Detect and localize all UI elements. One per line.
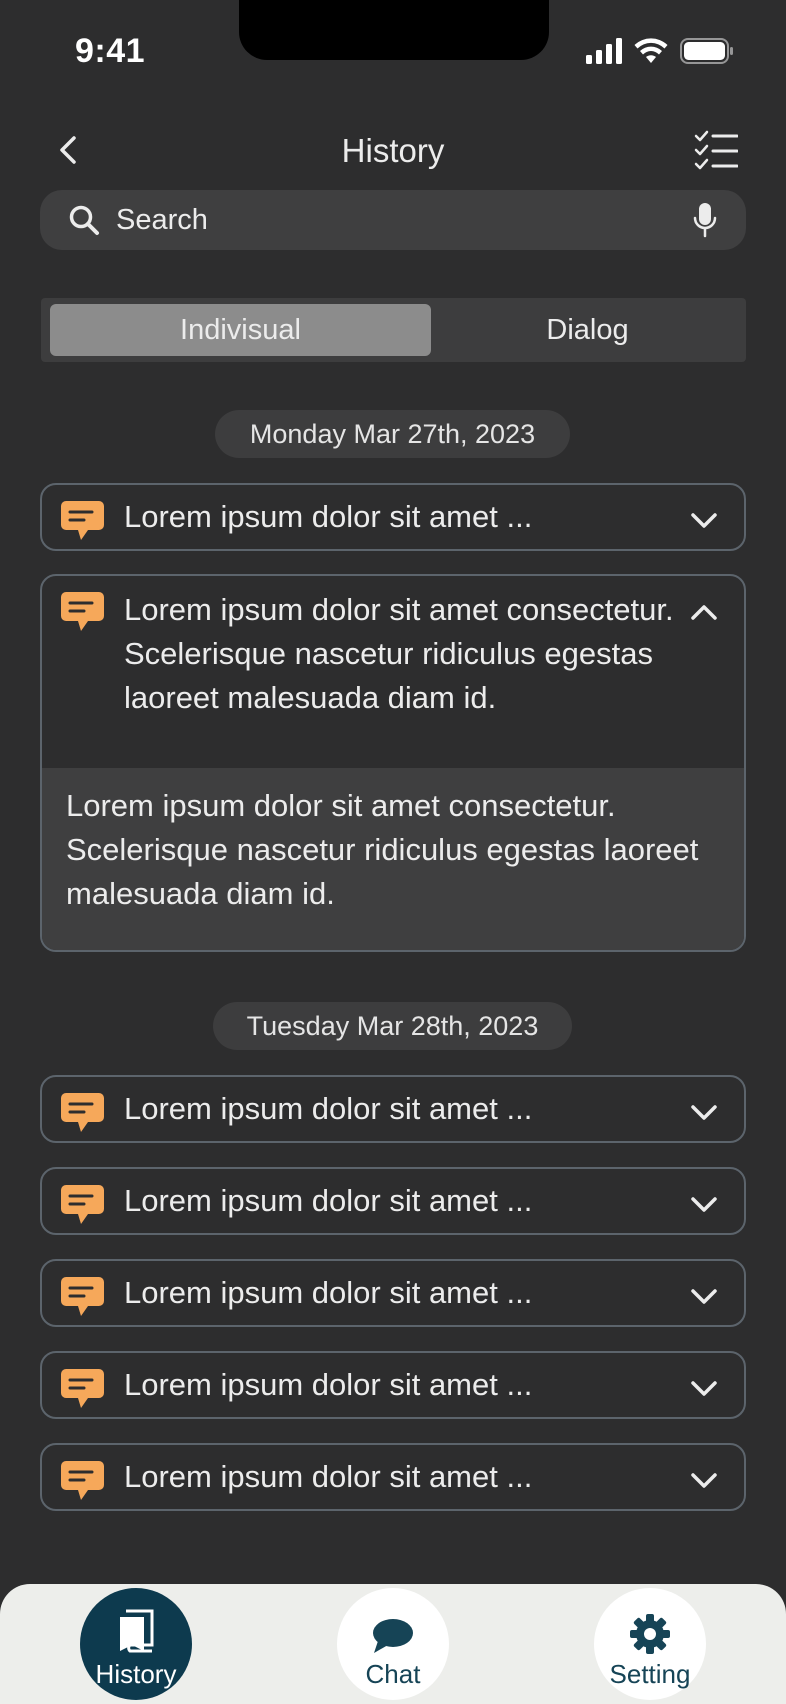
tab-label: Chat	[365, 1659, 421, 1689]
tab-bar: History Chat Setting	[0, 1584, 786, 1704]
date-header: Monday Mar 27th, 2023	[215, 410, 570, 458]
signal-icon	[586, 38, 622, 64]
tab-chat[interactable]: Chat	[337, 1588, 449, 1700]
history-item[interactable]: Lorem ipsum dolor sit amet ...	[40, 1443, 746, 1511]
segmented-control: Indivisual Dialog	[41, 298, 746, 362]
status-bar: 9:41	[0, 0, 786, 100]
history-item[interactable]: Lorem ipsum dolor sit amet ...	[40, 1167, 746, 1235]
microphone-icon[interactable]	[692, 202, 718, 238]
chevron-up-icon[interactable]	[690, 598, 718, 626]
search-bar	[40, 190, 746, 250]
page-title: History	[341, 132, 445, 169]
tab-label: History	[95, 1659, 177, 1689]
history-item[interactable]: Lorem ipsum dolor sit amet ...	[40, 1259, 746, 1327]
history-item-title: Lorem ipsum dolor sit amet ...	[124, 1183, 533, 1218]
history-item[interactable]: Lorem ipsum dolor sit amet ...	[40, 1075, 746, 1143]
segment-individual[interactable]: Indivisual	[50, 304, 431, 356]
message-icon	[61, 1369, 104, 1408]
date-header: Tuesday Mar 28th, 2023	[213, 1002, 572, 1050]
search-icon	[69, 205, 99, 235]
search-input[interactable]	[116, 190, 676, 250]
battery-icon	[680, 38, 733, 64]
history-item-expanded[interactable]: Lorem ipsum dolor sit amet consectetur. …	[40, 574, 746, 952]
message-icon	[61, 1093, 104, 1132]
history-item-title: Lorem ipsum dolor sit amet consectetur. …	[124, 592, 674, 715]
chat-bubble-icon	[373, 1619, 413, 1653]
book-icon	[120, 1609, 154, 1653]
message-icon	[61, 1277, 104, 1316]
history-item[interactable]: Lorem ipsum dolor sit amet ...	[40, 483, 746, 551]
history-item-title: Lorem ipsum dolor sit amet ...	[124, 1459, 533, 1494]
tab-history[interactable]: History	[80, 1588, 192, 1700]
history-item-title: Lorem ipsum dolor sit amet ...	[124, 1091, 533, 1126]
checklist-icon	[694, 130, 739, 170]
chevron-down-icon[interactable]	[690, 1375, 718, 1403]
tab-label: Setting	[609, 1659, 691, 1689]
history-item[interactable]: Lorem ipsum dolor sit amet ...	[40, 1351, 746, 1419]
history-item-title: Lorem ipsum dolor sit amet ...	[124, 1275, 533, 1310]
tab-setting[interactable]: Setting	[594, 1588, 706, 1700]
segment-dialog[interactable]: Dialog	[437, 304, 738, 356]
chevron-down-icon[interactable]	[690, 1467, 718, 1495]
message-icon	[61, 1185, 104, 1224]
message-icon	[61, 592, 104, 631]
status-time: 9:41	[75, 32, 146, 70]
select-list-button[interactable]	[694, 130, 739, 174]
status-icons	[586, 38, 734, 64]
history-item-body: Lorem ipsum dolor sit amet consectetur. …	[42, 768, 744, 950]
chevron-down-icon[interactable]	[690, 507, 718, 535]
history-item-title: Lorem ipsum dolor sit amet ...	[124, 499, 533, 534]
gear-icon	[630, 1614, 670, 1654]
chevron-down-icon[interactable]	[690, 1191, 718, 1219]
nav-bar: History	[0, 120, 786, 182]
chevron-down-icon[interactable]	[690, 1099, 718, 1127]
history-item-title: Lorem ipsum dolor sit amet ...	[124, 1367, 533, 1402]
notch	[239, 0, 549, 60]
message-icon	[61, 1461, 104, 1500]
chevron-down-icon[interactable]	[690, 1283, 718, 1311]
message-icon	[61, 501, 104, 540]
wifi-icon	[634, 38, 668, 63]
